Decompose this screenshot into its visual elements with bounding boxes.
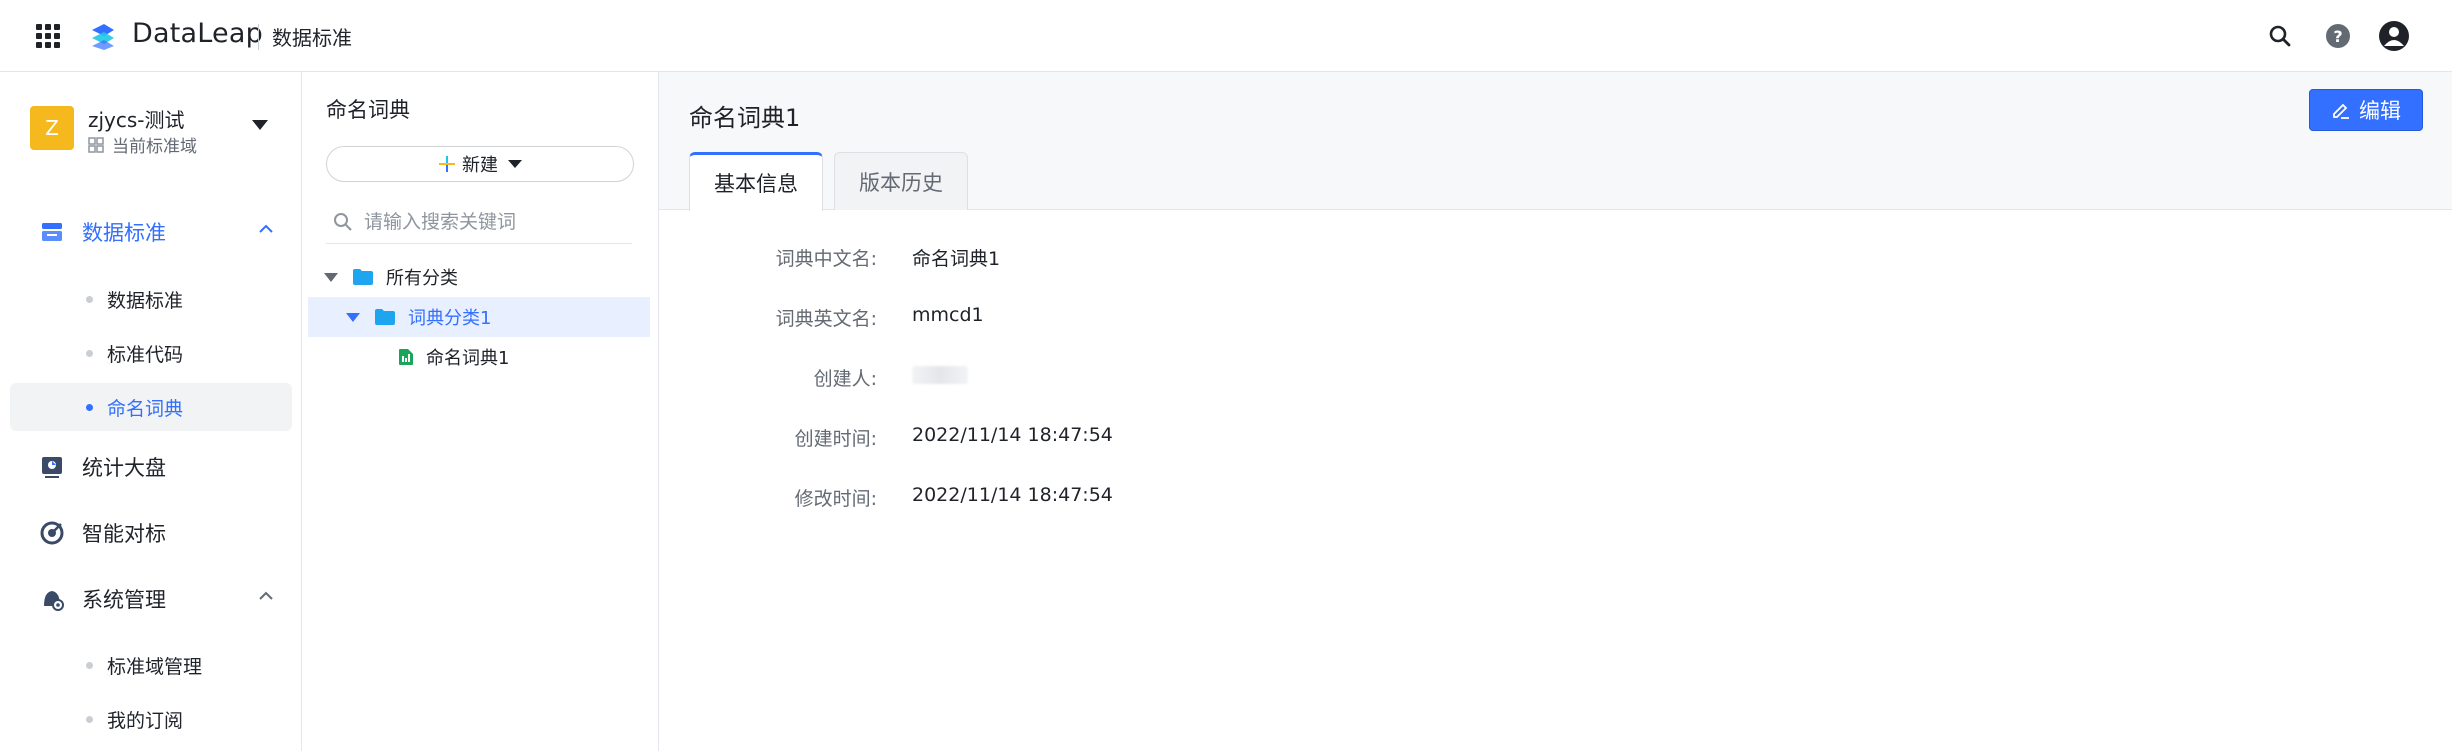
field-label-creator: 创建人: [813, 368, 877, 390]
brand-divider [258, 24, 259, 50]
field-label-modified-time: 修改时间: [794, 488, 877, 510]
tree-node-label: 词典分类1 [408, 308, 492, 329]
sidebar-item-label: 标准代码 [107, 343, 184, 366]
sidebar-item-data-standard[interactable]: 数据标准 [10, 275, 292, 323]
workspace-name: zjycs-测试 [88, 108, 185, 132]
tree-node-label: 命名词典1 [426, 348, 510, 369]
folder-icon [353, 269, 373, 285]
user-avatar-icon[interactable] [2378, 20, 2410, 52]
tree-search-input[interactable] [364, 210, 624, 233]
svg-text:?: ? [2333, 27, 2342, 46]
detail-panel: 命名词典1 编辑 基本信息 版本历史 词典中文名: 命名词典1 词典英文名: m… [659, 72, 2452, 751]
sidebar-item-label: 数据标准 [107, 289, 184, 312]
bullet-icon [86, 349, 93, 357]
domain-grid-icon [88, 136, 104, 153]
caret-down-icon [508, 160, 522, 168]
edit-button-label: 编辑 [2359, 99, 2401, 123]
apps-grid-icon[interactable] [36, 24, 60, 48]
nav-group-label: 系统管理 [82, 588, 166, 612]
target-icon [36, 517, 68, 549]
top-bar: DataLeap 数据标准 ? [0, 0, 2452, 72]
nav-group-label: 智能对标 [82, 522, 166, 546]
nav-group-label: 数据标准 [82, 221, 166, 245]
sidebar-item-domain-management[interactable]: 标准域管理 [10, 641, 292, 689]
field-label-cn-name: 词典中文名: [775, 248, 877, 270]
nav-group-system-management[interactable]: 系统管理 [10, 569, 292, 629]
dashboard-icon [36, 451, 68, 483]
new-button[interactable]: 新建 [326, 146, 634, 182]
sidebar-item-naming-dictionary[interactable]: 命名词典 [10, 383, 292, 431]
system-manage-icon [36, 583, 68, 615]
tree-search [326, 200, 632, 244]
field-value-modified-time: 2022/11/14 18:47:54 [912, 484, 1113, 506]
product-name: 数据标准 [272, 26, 352, 50]
bullet-icon [86, 403, 93, 411]
field-value-creator [912, 366, 968, 389]
brand-name[interactable]: DataLeap [132, 18, 263, 49]
nav-group-data-standard[interactable]: 数据标准 [10, 202, 292, 262]
field-value-en-name: mmcd1 [912, 304, 984, 326]
nav-group-smart-benchmark[interactable]: 智能对标 [10, 503, 292, 563]
detail-header: 命名词典1 编辑 基本信息 版本历史 [659, 72, 2452, 211]
bullet-icon [86, 715, 93, 723]
folder-icon [375, 309, 395, 325]
tree-node-label: 所有分类 [386, 268, 458, 289]
workspace-subtitle-text: 当前标准域 [112, 137, 197, 157]
workspace-subtitle: 当前标准域 [88, 132, 197, 157]
sidebar-item-label: 命名词典 [107, 397, 184, 420]
chevron-up-icon[interactable] [258, 224, 274, 234]
tree-node-all-categories[interactable]: 所有分类 [308, 257, 650, 297]
tab-basic-info[interactable]: 基本信息 [689, 152, 823, 211]
detail-title: 命名词典1 [689, 104, 801, 132]
dictionary-file-icon [399, 349, 413, 365]
plus-icon [439, 156, 455, 172]
nav-group-label: 统计大盘 [82, 456, 166, 480]
tree-panel-title: 命名词典 [326, 98, 410, 122]
caret-down-icon[interactable] [324, 272, 338, 282]
tree-node-dictionary-1[interactable]: 命名词典1 [308, 337, 650, 377]
sidebar-item-my-subscriptions[interactable]: 我的订阅 [10, 695, 292, 743]
bullet-icon [86, 295, 93, 303]
search-icon [334, 212, 352, 231]
field-value-cn-name: 命名词典1 [912, 248, 1001, 270]
tree-node-category-1[interactable]: 词典分类1 [308, 297, 650, 337]
sidebar-item-standard-code[interactable]: 标准代码 [10, 329, 292, 377]
field-label-created-time: 创建时间: [794, 428, 877, 450]
new-button-label: 新建 [462, 155, 498, 176]
dataleap-logo-icon[interactable] [86, 20, 120, 54]
sidebar: Z zjycs-测试 当前标准域 数据标准 数据标准 标准代码 命名词典 统计大… [0, 72, 302, 751]
caret-down-icon[interactable] [346, 312, 360, 322]
edit-icon [2333, 103, 2349, 119]
redacted-creator [912, 366, 968, 384]
workspace-avatar: Z [30, 106, 74, 150]
chevron-up-icon[interactable] [258, 591, 274, 601]
bullet-icon [86, 661, 93, 669]
workspace-switcher[interactable]: Z zjycs-测试 当前标准域 [30, 102, 290, 158]
tree-panel: 命名词典 新建 所有分类 词典分类1 命名词典1 [302, 72, 659, 751]
tab-version-history[interactable]: 版本历史 [834, 152, 968, 210]
sidebar-item-label: 标准域管理 [107, 655, 203, 678]
data-standard-icon [36, 216, 68, 248]
field-label-en-name: 词典英文名: [775, 308, 877, 330]
nav-group-dashboard[interactable]: 统计大盘 [10, 437, 292, 497]
workspace-dropdown-icon[interactable] [252, 120, 268, 130]
field-value-created-time: 2022/11/14 18:47:54 [912, 424, 1113, 446]
sidebar-item-label: 我的订阅 [107, 709, 184, 732]
search-icon[interactable] [2264, 20, 2296, 52]
help-icon[interactable]: ? [2322, 20, 2354, 52]
edit-button[interactable]: 编辑 [2309, 89, 2423, 131]
